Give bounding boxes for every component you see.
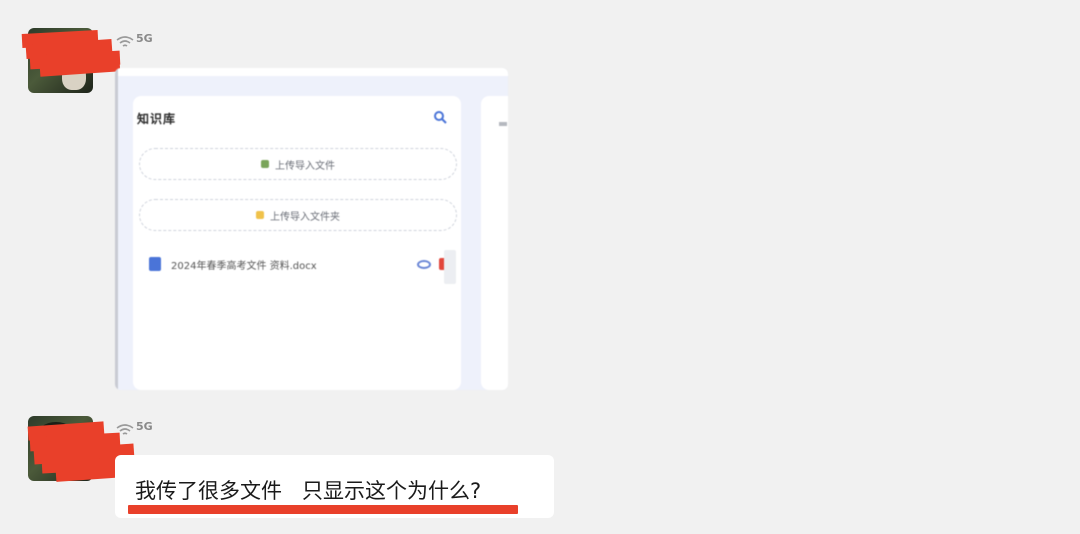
highlight-underline	[128, 505, 518, 514]
upload-file-label: 上传导入文件	[275, 160, 335, 172]
upload-folder-button: 上传导入文件夹	[139, 199, 457, 231]
panel-title: 知识库	[137, 112, 177, 126]
upload-folder-label: 上传导入文件夹	[270, 211, 340, 223]
message-text: 我传了很多文件 只显示这个为什么?	[135, 479, 482, 503]
upload-icon	[261, 160, 269, 168]
screenshot-image[interactable]: 知识库 上传导入文件 上传导入文件夹 2024年春季高考文件 资料.docx	[115, 68, 508, 390]
knowledge-base-panel	[133, 96, 461, 390]
message-bubble[interactable]: 我传了很多文件 只显示这个为什么?	[115, 455, 554, 518]
right-panel	[481, 96, 508, 390]
network-label: 5G	[136, 420, 153, 433]
chat-screen: 5G 知识库 上传导入文件 上传导入文件夹 2024年春季高考文件 资料.doc…	[0, 0, 1080, 534]
network-label: 5G	[136, 32, 153, 45]
folder-icon	[256, 211, 264, 219]
chat-message-image: 5G 知识库 上传导入文件 上传导入文件夹 2024年春季高考文件 资料.doc…	[0, 28, 1080, 398]
scrollbar	[444, 250, 456, 284]
chat-message-text: 5G 我传了很多文件 只显示这个为什么?	[0, 416, 1080, 528]
network-indicator: 5G	[116, 32, 154, 52]
upload-file-button: 上传导入文件	[139, 148, 457, 180]
file-name: 2024年春季高考文件 资料.docx	[171, 260, 317, 272]
preview-eye-icon	[417, 259, 431, 269]
search-icon	[434, 111, 447, 124]
wifi-icon	[116, 36, 134, 47]
file-list-item: 2024年春季高考文件 资料.docx	[149, 256, 449, 272]
word-document-icon	[149, 257, 161, 271]
wifi-icon	[116, 424, 134, 435]
network-indicator: 5G	[116, 420, 154, 440]
